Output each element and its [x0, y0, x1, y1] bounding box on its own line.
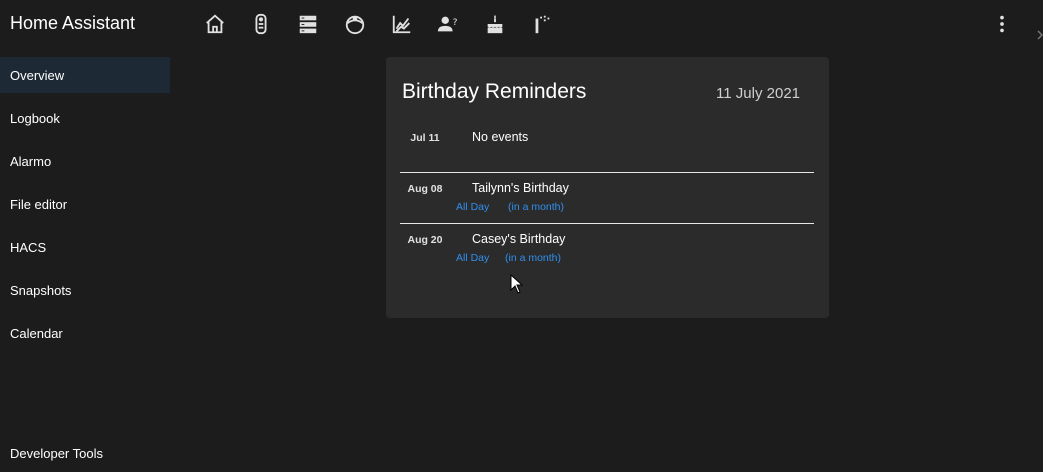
event-relative-time: (in a month) — [505, 252, 562, 264]
card-date: 11 July 2021 — [716, 85, 800, 102]
event-time: All Day — [456, 252, 490, 264]
event-time: All Day — [456, 201, 490, 213]
sidebar-item-label: HACS — [10, 239, 47, 255]
sidebar-item-label: File editor — [10, 196, 68, 212]
robot-vacuum-icon[interactable] — [343, 12, 367, 36]
event-title[interactable]: Casey's Birthday — [472, 232, 565, 246]
home-icon[interactable] — [203, 12, 227, 36]
card-title: Birthday Reminders — [402, 80, 587, 103]
sidebar-item-label: Overview — [10, 67, 65, 83]
scroll-edge-icon — [1037, 30, 1043, 40]
sidebar-item-label: Alarmo — [10, 153, 52, 169]
sidebar-item-label: Calendar — [10, 325, 63, 341]
chart-icon[interactable] — [390, 12, 414, 36]
event-date: Jul 11 — [410, 132, 440, 144]
event-relative-time: (in a month) — [508, 201, 565, 213]
svg-text:?: ? — [453, 17, 458, 28]
sidebar-item-label: Developer Tools — [10, 445, 103, 461]
event-title[interactable]: Tailynn's Birthday — [472, 181, 569, 195]
top-app-bar: Home Assistant ? — [0, 0, 1043, 48]
birthday-reminders-card: Birthday Reminders 11 July 2021 Jul 11 N… — [386, 57, 829, 318]
dots-vertical-icon — [1000, 15, 1004, 33]
app-title: Home Assistant — [10, 13, 136, 33]
server-icon[interactable] — [296, 12, 320, 36]
event-date: Aug 08 — [407, 183, 443, 195]
sidebar-item-file-editor[interactable]: File editor — [0, 186, 170, 222]
app-root: Home Assistant ? Overview Logbook Alarmo… — [0, 0, 1043, 472]
birthday-cake-icon[interactable] — [483, 12, 507, 36]
tap-icon[interactable] — [530, 12, 554, 36]
sidebar-item-label: Snapshots — [10, 282, 72, 298]
event-divider — [400, 172, 814, 173]
sidebar-item-snapshots[interactable]: Snapshots — [0, 272, 170, 308]
sidebar-item-developer-tools[interactable]: Developer Tools — [0, 435, 170, 471]
sidebar: Overview Logbook Alarmo File editor HACS… — [0, 48, 170, 472]
sidebar-item-alarmo[interactable]: Alarmo — [0, 143, 170, 179]
sidebar-item-overview[interactable]: Overview — [0, 57, 170, 93]
sidebar-item-calendar[interactable]: Calendar — [0, 315, 170, 351]
sidebar-item-hacs[interactable]: HACS — [0, 229, 170, 265]
remote-icon[interactable] — [249, 12, 273, 36]
event-date: Aug 20 — [407, 234, 443, 246]
person-question-icon[interactable]: ? — [436, 12, 460, 36]
sidebar-item-label: Logbook — [10, 110, 60, 126]
event-divider — [400, 223, 814, 224]
sidebar-item-logbook[interactable]: Logbook — [0, 100, 170, 136]
mouse-cursor-icon — [510, 274, 524, 294]
overflow-menu-button[interactable] — [990, 12, 1014, 36]
event-title: No events — [472, 130, 529, 144]
